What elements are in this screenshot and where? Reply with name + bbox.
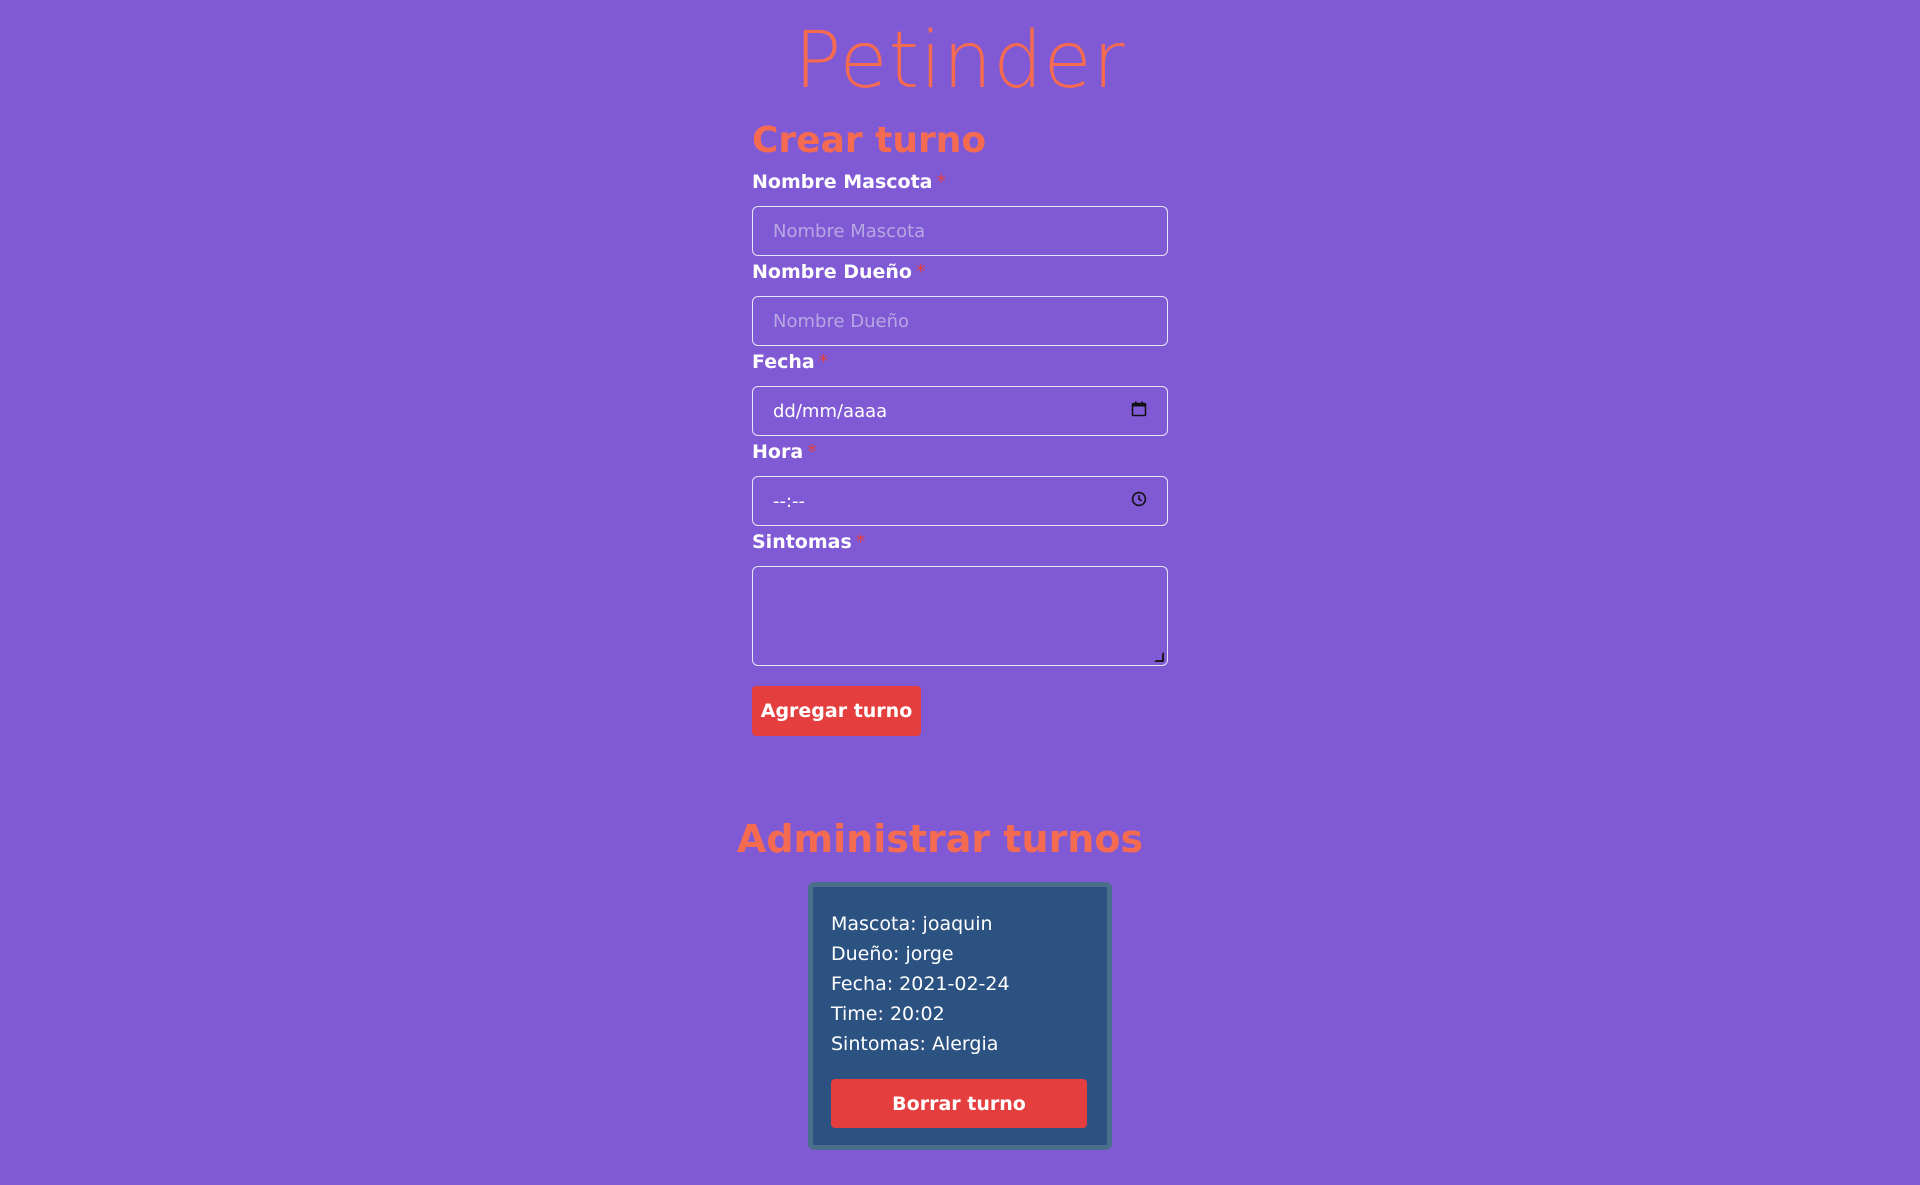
time-placeholder: --:--	[773, 490, 806, 512]
owner-name-label: Nombre Dueño *	[752, 260, 1168, 284]
appointment-time: Time: 20:02	[831, 1003, 945, 1025]
appointment-symptoms: Sintomas: Alergia	[831, 1033, 999, 1055]
required-mark: *	[916, 261, 926, 283]
required-mark: *	[936, 171, 946, 193]
required-mark: *	[855, 531, 866, 553]
symptoms-textarea[interactable]	[752, 566, 1168, 666]
clock-icon[interactable]	[1131, 491, 1147, 511]
appointment-card: Mascota: joaquin Dueño: jorge Fecha: 202…	[808, 882, 1112, 1150]
appointment-pet: Mascota: joaquin	[831, 913, 993, 935]
time-input[interactable]: --:--	[752, 476, 1168, 526]
calendar-icon[interactable]	[1131, 401, 1147, 421]
pet-name-label: Nombre Mascota *	[752, 170, 1168, 194]
admin-title: Administrar turnos	[736, 817, 1144, 861]
form-title: Crear turno	[752, 120, 987, 161]
symptoms-label-text: Sintomas	[752, 531, 852, 553]
date-placeholder: dd/mm/aaaa	[773, 400, 888, 422]
appointment-owner: Dueño: jorge	[831, 943, 954, 965]
owner-name-input[interactable]: Nombre Dueño	[752, 296, 1168, 346]
owner-name-placeholder: Nombre Dueño	[773, 310, 910, 332]
required-mark: *	[818, 351, 829, 373]
add-appointment-button[interactable]: Agregar turno	[752, 686, 921, 736]
symptoms-label: Sintomas *	[752, 530, 1168, 554]
required-mark: *	[807, 441, 817, 463]
app-title: Petinder	[794, 16, 1126, 106]
date-label-text: Fecha	[752, 351, 815, 373]
appointment-date: Fecha: 2021-02-24	[831, 973, 1010, 995]
pet-name-input[interactable]: Nombre Mascota	[752, 206, 1168, 256]
time-label-text: Hora	[752, 441, 804, 463]
create-appointment-form: Crear turno Nombre Mascota * Nombre Masco…	[752, 116, 1168, 736]
time-label: Hora *	[752, 440, 1168, 464]
delete-appointment-button[interactable]: Borrar turno	[831, 1079, 1087, 1128]
date-input[interactable]: dd/mm/aaaa	[752, 386, 1168, 436]
resize-grip-icon[interactable]	[1154, 652, 1164, 662]
pet-name-placeholder: Nombre Mascota	[773, 220, 926, 242]
owner-name-label-text: Nombre Dueño	[752, 261, 912, 283]
pet-name-label-text: Nombre Mascota	[752, 171, 933, 193]
date-label: Fecha *	[752, 350, 1168, 374]
